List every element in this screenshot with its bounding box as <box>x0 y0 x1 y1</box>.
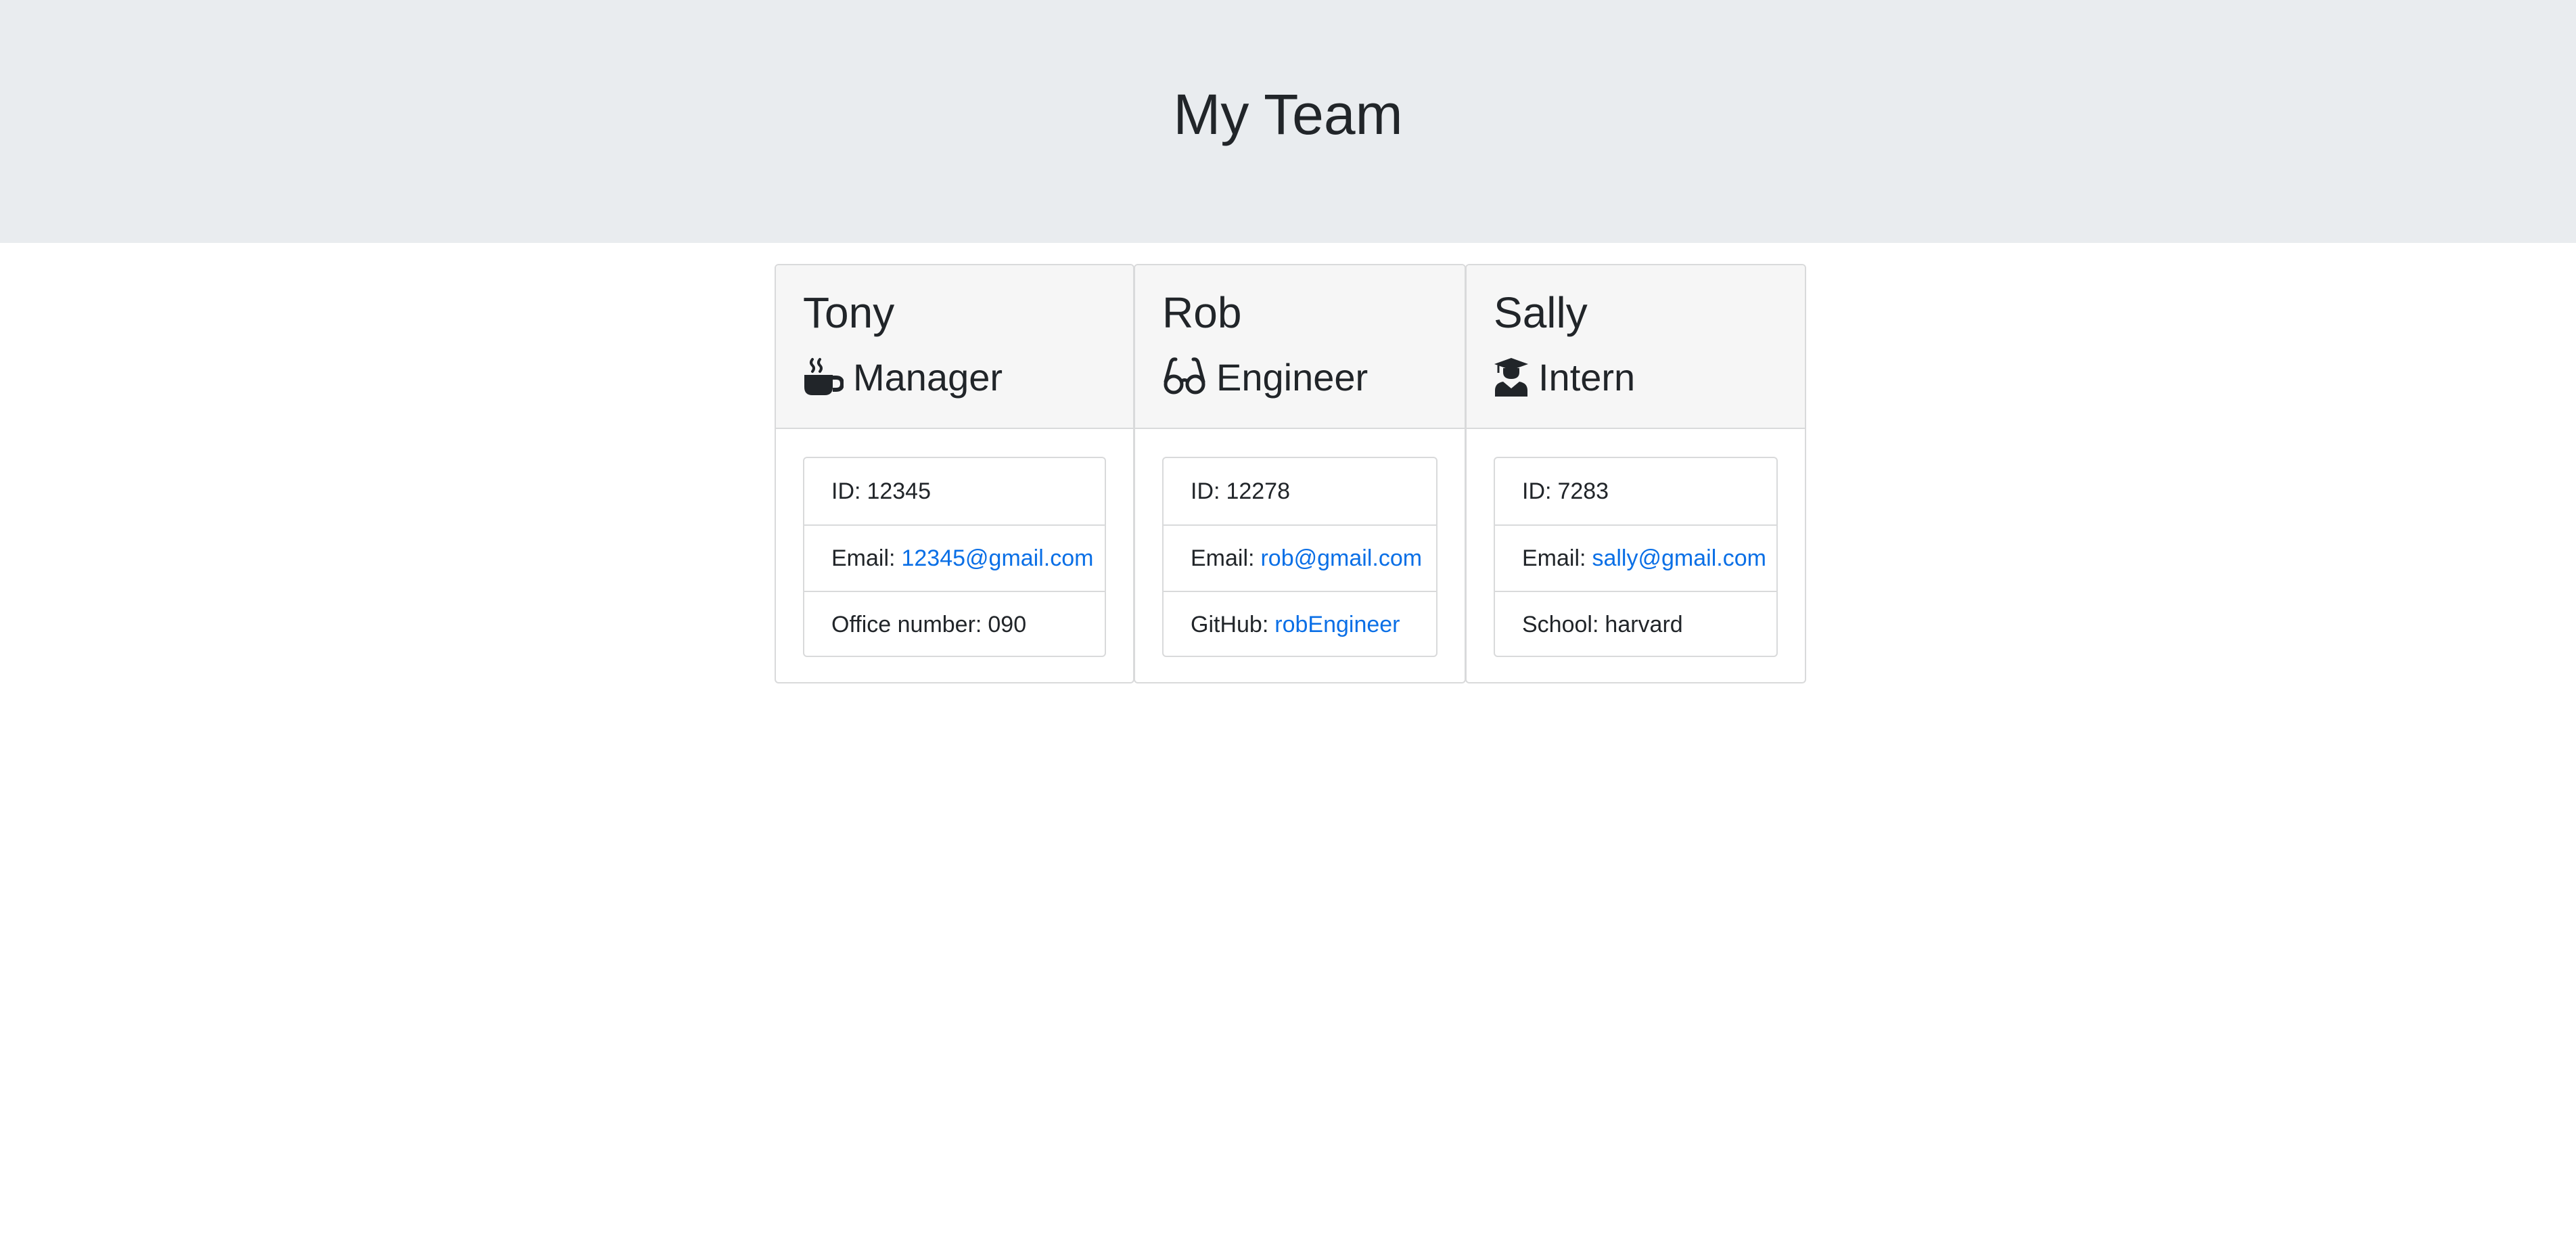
id-label: ID: <box>831 478 861 504</box>
id-value: 12278 <box>1226 478 1290 504</box>
email-link[interactable]: sally@gmail.com <box>1592 545 1766 572</box>
glasses-icon <box>1162 357 1207 397</box>
employee-card-intern: Sally Intern ID: 7283 Email: sally@gmail… <box>1465 264 1806 683</box>
employee-role-label: Intern <box>1538 355 1636 399</box>
list-item-id: ID: 12345 <box>804 458 1105 524</box>
graduate-icon <box>1494 357 1529 397</box>
list-item-email: Email: sally@gmail.com <box>1495 524 1776 591</box>
employee-role: Engineer <box>1162 350 1368 404</box>
card-header: Sally Intern <box>1467 265 1805 429</box>
card-header: Rob Engineer <box>1135 265 1465 429</box>
email-label: Email: <box>1191 545 1255 571</box>
id-label: ID: <box>1191 478 1220 504</box>
github-label: GitHub: <box>1191 611 1269 637</box>
employee-name: Tony <box>803 288 895 337</box>
school-label: School: <box>1522 611 1599 637</box>
employee-name: Rob <box>1162 288 1242 337</box>
employee-role: Manager <box>803 350 1003 404</box>
list-item-id: ID: 7283 <box>1495 458 1776 524</box>
list-item-email: Email: 12345@gmail.com <box>804 524 1105 591</box>
employee-name: Sally <box>1494 288 1588 337</box>
mug-hot-icon <box>803 357 844 397</box>
employee-role: Intern <box>1494 350 1635 404</box>
list-item-office-number: Office number: 090 <box>804 591 1105 657</box>
email-link[interactable]: rob@gmail.com <box>1260 545 1422 572</box>
email-label: Email: <box>1522 545 1586 571</box>
info-list: ID: 12278 Email: rob@gmail.com GitHub: r… <box>1162 457 1438 657</box>
github-link[interactable]: robEngineer <box>1274 612 1400 638</box>
employee-role-label: Engineer <box>1216 355 1368 399</box>
list-item-school: School: harvard <box>1495 591 1776 657</box>
email-link[interactable]: 12345@gmail.com <box>901 545 1093 572</box>
office-number-label: Office number: <box>831 611 982 637</box>
email-label: Email: <box>831 545 896 571</box>
card-header: Tony Manager <box>776 265 1133 429</box>
info-list: ID: 7283 Email: sally@gmail.com School: … <box>1494 457 1778 657</box>
page-title: My Team <box>1173 83 1403 146</box>
office-number-value: 090 <box>988 611 1027 637</box>
id-label: ID: <box>1522 478 1552 504</box>
info-list: ID: 12345 Email: 12345@gmail.com Office … <box>803 457 1106 657</box>
employee-card-manager: Tony Manager ID: 12345 Email: 12345@gmai… <box>775 264 1134 683</box>
school-value: harvard <box>1605 611 1683 637</box>
list-item-email: Email: rob@gmail.com <box>1164 524 1436 591</box>
list-item-github: GitHub: robEngineer <box>1164 591 1436 657</box>
header-jumbotron: My Team <box>0 0 2576 243</box>
employee-card-engineer: Rob Engineer ID: 12278 Email: rob@gmail.… <box>1134 264 1466 683</box>
employee-role-label: Manager <box>853 355 1003 399</box>
id-value: 7283 <box>1557 478 1609 504</box>
id-value: 12345 <box>867 478 931 504</box>
list-item-id: ID: 12278 <box>1164 458 1436 524</box>
